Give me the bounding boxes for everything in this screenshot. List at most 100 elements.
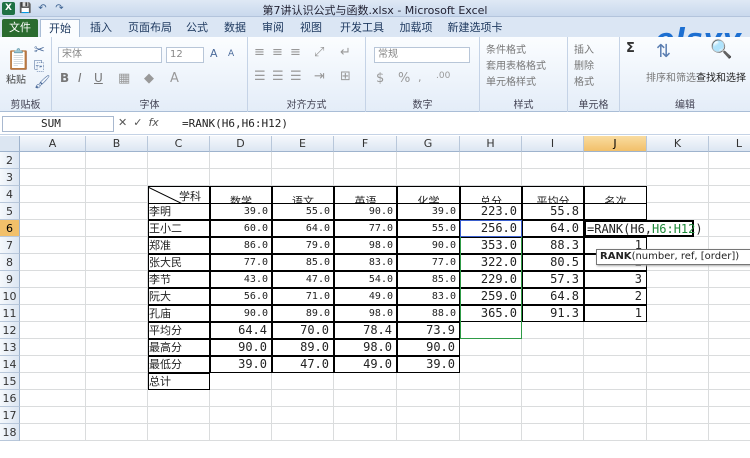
formula-input[interactable]: =RANK(H6,H6:H12) bbox=[182, 117, 288, 130]
grid-cell[interactable] bbox=[334, 390, 397, 407]
grid-cell[interactable] bbox=[20, 254, 86, 271]
grid-cell[interactable] bbox=[522, 407, 584, 424]
grid-cell[interactable] bbox=[522, 339, 584, 356]
grid-cell[interactable] bbox=[20, 424, 86, 441]
align-middle-icon[interactable]: ≡ bbox=[272, 45, 283, 60]
grid-cell[interactable] bbox=[647, 322, 709, 339]
grid-cell[interactable] bbox=[86, 305, 148, 322]
bold-icon[interactable]: B bbox=[60, 71, 69, 85]
grid-cell[interactable] bbox=[20, 288, 86, 305]
cell-styles-button[interactable]: 单元格样式 bbox=[486, 73, 536, 88]
column-header-c[interactable]: C bbox=[148, 136, 210, 152]
average-cell[interactable]: 91.3 bbox=[522, 305, 584, 322]
grid-cell[interactable] bbox=[86, 271, 148, 288]
sort-filter-label[interactable]: 排序和筛选 bbox=[646, 69, 696, 84]
grid-cell[interactable] bbox=[709, 322, 750, 339]
summary-value[interactable]: 70.0 bbox=[272, 322, 334, 339]
insert-cells-button[interactable]: 插入 bbox=[574, 41, 594, 56]
grid-cell[interactable] bbox=[647, 186, 709, 203]
grid-cell[interactable] bbox=[272, 407, 334, 424]
grid-cell[interactable] bbox=[20, 373, 86, 390]
autosum-icon[interactable]: Σ bbox=[626, 41, 635, 56]
grid-cell[interactable] bbox=[584, 339, 647, 356]
grid-cell[interactable] bbox=[647, 203, 709, 220]
borders-icon[interactable]: ▦ bbox=[118, 71, 130, 86]
font-color-icon[interactable]: A bbox=[170, 71, 179, 86]
grid-cell[interactable] bbox=[86, 237, 148, 254]
grid-cell[interactable] bbox=[647, 305, 709, 322]
grid-cell[interactable] bbox=[20, 152, 86, 169]
column-header-b[interactable]: B bbox=[86, 136, 148, 152]
grid-cell[interactable] bbox=[397, 152, 460, 169]
row-header-14[interactable]: 14 bbox=[0, 356, 20, 373]
grid-cell[interactable] bbox=[20, 203, 86, 220]
average-cell[interactable]: 64.8 bbox=[522, 288, 584, 305]
percent-icon[interactable]: % bbox=[398, 71, 410, 86]
row-header-7[interactable]: 7 bbox=[0, 237, 20, 254]
grid-cell[interactable] bbox=[20, 237, 86, 254]
grid-cell[interactable] bbox=[20, 220, 86, 237]
grid-cell[interactable] bbox=[334, 424, 397, 441]
total-cell[interactable]: 223.0 bbox=[460, 203, 522, 220]
grid-cell[interactable] bbox=[148, 424, 210, 441]
grid-cell[interactable] bbox=[20, 271, 86, 288]
summary-label[interactable]: 总计 bbox=[148, 373, 210, 390]
grid-cell[interactable] bbox=[460, 373, 522, 390]
format-cells-button[interactable]: 格式 bbox=[574, 73, 594, 88]
grid-cell[interactable] bbox=[522, 424, 584, 441]
comma-icon[interactable]: , bbox=[418, 71, 422, 84]
grid-cell[interactable] bbox=[86, 186, 148, 203]
score-cell[interactable]: 83.0 bbox=[397, 288, 460, 305]
average-cell[interactable]: 55.8 bbox=[522, 203, 584, 220]
score-cell[interactable]: 64.0 bbox=[272, 220, 334, 237]
score-cell[interactable]: 89.0 bbox=[272, 305, 334, 322]
score-cell[interactable]: 71.0 bbox=[272, 288, 334, 305]
score-cell[interactable]: 39.0 bbox=[210, 203, 272, 220]
score-cell[interactable]: 55.0 bbox=[397, 220, 460, 237]
average-cell[interactable]: 64.0 bbox=[522, 220, 584, 237]
grid-cell[interactable] bbox=[334, 407, 397, 424]
grid-cell[interactable] bbox=[86, 390, 148, 407]
grid-cell[interactable] bbox=[709, 373, 750, 390]
grid-cell[interactable] bbox=[709, 407, 750, 424]
paste-icon[interactable]: 📋 bbox=[6, 47, 31, 71]
grid-cell[interactable] bbox=[210, 169, 272, 186]
score-cell[interactable]: 90.0 bbox=[210, 305, 272, 322]
grid-cell[interactable] bbox=[522, 356, 584, 373]
align-center-icon[interactable]: ☰ bbox=[272, 69, 284, 84]
grid-cell[interactable] bbox=[584, 152, 647, 169]
grid-cell[interactable] bbox=[709, 169, 750, 186]
row-header-8[interactable]: 8 bbox=[0, 254, 20, 271]
row-header-11[interactable]: 11 bbox=[0, 305, 20, 322]
student-name[interactable]: 孔庙 bbox=[148, 305, 210, 322]
grid-cell[interactable] bbox=[210, 390, 272, 407]
grid-cell[interactable] bbox=[397, 169, 460, 186]
indent-icon[interactable]: ⇥ bbox=[314, 69, 325, 84]
summary-label[interactable]: 最高分 bbox=[148, 339, 210, 356]
grid-cell[interactable] bbox=[397, 373, 460, 390]
align-bottom-icon[interactable]: ≡ bbox=[290, 45, 301, 60]
grid-cell[interactable] bbox=[647, 271, 709, 288]
grid-cell[interactable] bbox=[86, 288, 148, 305]
grid-cell[interactable] bbox=[86, 254, 148, 271]
score-cell[interactable]: 60.0 bbox=[210, 220, 272, 237]
score-cell[interactable]: 77.0 bbox=[397, 254, 460, 271]
student-name[interactable]: 张大民 bbox=[148, 254, 210, 271]
score-cell[interactable]: 90.0 bbox=[334, 203, 397, 220]
grid-cell[interactable] bbox=[20, 390, 86, 407]
summary-value[interactable]: 39.0 bbox=[210, 356, 272, 373]
row-header-15[interactable]: 15 bbox=[0, 373, 20, 390]
summary-value[interactable]: 89.0 bbox=[272, 339, 334, 356]
tab-developer[interactable]: 开发工具 bbox=[334, 19, 390, 37]
fill-color-icon[interactable]: ◆ bbox=[144, 71, 154, 86]
grid-cell[interactable] bbox=[460, 407, 522, 424]
grid-cell[interactable] bbox=[584, 322, 647, 339]
grid-cell[interactable] bbox=[210, 407, 272, 424]
shrink-font-icon[interactable]: A bbox=[228, 49, 234, 59]
row-header-2[interactable]: 2 bbox=[0, 152, 20, 169]
score-cell[interactable]: 55.0 bbox=[272, 203, 334, 220]
paste-label[interactable]: 粘贴 bbox=[6, 71, 26, 86]
grid-cell[interactable] bbox=[86, 339, 148, 356]
grid-cell[interactable] bbox=[20, 305, 86, 322]
row-header-3[interactable]: 3 bbox=[0, 169, 20, 186]
